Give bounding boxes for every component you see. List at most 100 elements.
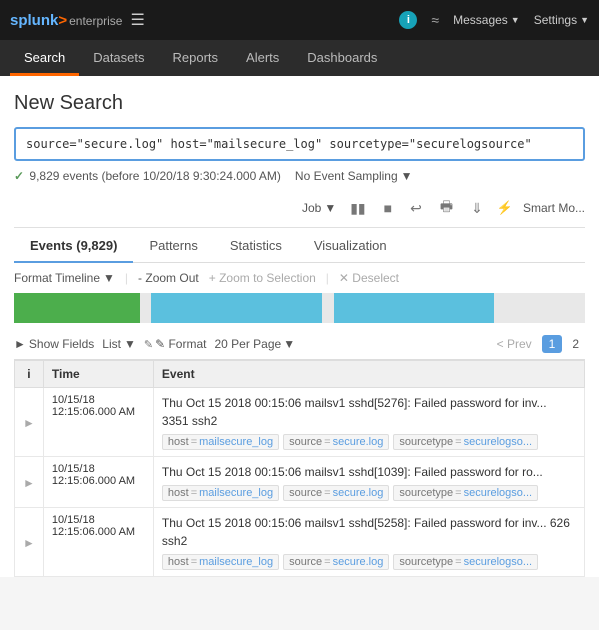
event-tags: host = mailsecure_logsource = secure.log… bbox=[162, 554, 576, 570]
job-button[interactable]: Job ▼ bbox=[302, 201, 336, 215]
timeline-segment-gap2 bbox=[322, 293, 333, 323]
settings-button[interactable]: Settings ▼ bbox=[534, 13, 589, 27]
tab-search[interactable]: Search bbox=[10, 42, 79, 76]
tab-statistics[interactable]: Statistics bbox=[214, 230, 298, 263]
row-expander[interactable]: ► bbox=[15, 457, 44, 508]
list-format-button[interactable]: List ▼ bbox=[102, 337, 136, 351]
col-header-event: Event bbox=[153, 361, 584, 388]
prev-page-button: < Prev bbox=[491, 335, 538, 353]
tag-value[interactable]: securelogso... bbox=[464, 556, 532, 568]
export-button[interactable]: ⇓ bbox=[467, 198, 487, 219]
sampling-caret-icon: ▼ bbox=[401, 169, 413, 183]
event-info-bar: ✓ 9,829 events (before 10/20/18 9:30:24.… bbox=[14, 169, 585, 183]
separator-2: | bbox=[326, 271, 329, 285]
stop-button[interactable]: ■ bbox=[380, 198, 396, 218]
pagination: < Prev 1 2 bbox=[491, 335, 585, 353]
messages-button[interactable]: Messages ▼ bbox=[453, 13, 520, 27]
top-navigation-bar: splunk>enterprise ☰ i ≈ Messages ▼ Setti… bbox=[0, 0, 599, 40]
event-text: Thu Oct 15 2018 00:15:06 mailsv1 sshd[52… bbox=[162, 514, 576, 550]
event-tag: sourcetype = securelogso... bbox=[393, 434, 538, 450]
format-timeline-caret: ▼ bbox=[103, 271, 115, 285]
time-cell: 10/15/1812:15:06.000 AM bbox=[43, 388, 153, 457]
event-count: ✓ 9,829 events (before 10/20/18 9:30:24.… bbox=[14, 169, 281, 183]
pause-button[interactable]: ▮▮ bbox=[346, 198, 369, 219]
page-title: New Search bbox=[14, 92, 585, 115]
zoom-selection-button: + Zoom to Selection bbox=[209, 271, 316, 285]
per-page-caret-icon: ▼ bbox=[283, 337, 295, 351]
top-bar-center: i ≈ Messages ▼ Settings ▼ bbox=[399, 11, 589, 29]
event-text: Thu Oct 15 2018 00:15:06 mailsv1 sshd[10… bbox=[162, 463, 576, 481]
tag-key: source bbox=[289, 487, 322, 499]
timeline-controls: Format Timeline ▼ | - Zoom Out + Zoom to… bbox=[14, 263, 585, 293]
navigation-icon[interactable]: ☰ bbox=[130, 10, 144, 30]
page-1-button[interactable]: 1 bbox=[542, 335, 563, 353]
tag-value[interactable]: mailsecure_log bbox=[199, 487, 273, 499]
page-2-button[interactable]: 2 bbox=[566, 335, 585, 353]
chevron-right-icon: ► bbox=[14, 337, 26, 351]
tab-alerts[interactable]: Alerts bbox=[232, 42, 293, 76]
format-timeline-button[interactable]: Format Timeline ▼ bbox=[14, 271, 115, 285]
table-row: ►10/15/1812:15:06.000 AMThu Oct 15 2018 … bbox=[15, 508, 585, 577]
logo: splunk>enterprise ☰ bbox=[10, 10, 145, 30]
col-header-i: i bbox=[15, 361, 44, 388]
tag-value[interactable]: mailsecure_log bbox=[199, 436, 273, 448]
tag-key: host bbox=[168, 436, 189, 448]
no-event-sampling-button[interactable]: No Event Sampling ▼ bbox=[295, 169, 413, 183]
timeline-segment-1 bbox=[14, 293, 140, 323]
tab-visualization[interactable]: Visualization bbox=[298, 230, 403, 263]
tab-dashboards[interactable]: Dashboards bbox=[293, 42, 391, 76]
timeline-segment-2 bbox=[151, 293, 322, 323]
tab-datasets[interactable]: Datasets bbox=[79, 42, 158, 76]
search-input[interactable] bbox=[14, 127, 585, 161]
messages-caret-icon: ▼ bbox=[511, 15, 520, 25]
zoom-out-button[interactable]: - Zoom Out bbox=[138, 271, 199, 285]
list-caret-icon: ▼ bbox=[124, 337, 136, 351]
tag-key: sourcetype bbox=[399, 556, 453, 568]
tag-value[interactable]: secure.log bbox=[333, 556, 384, 568]
share-button[interactable]: ↩ bbox=[406, 198, 426, 219]
checkmark-icon: ✓ bbox=[14, 169, 24, 183]
print-button[interactable]: 🖶 bbox=[436, 194, 457, 222]
tag-key: sourcetype bbox=[399, 436, 453, 448]
per-page-button[interactable]: 20 Per Page ▼ bbox=[214, 337, 295, 351]
event-cell: Thu Oct 15 2018 00:15:06 mailsv1 sshd[52… bbox=[153, 388, 584, 457]
tag-key: source bbox=[289, 436, 322, 448]
tab-events[interactable]: Events (9,829) bbox=[14, 230, 133, 263]
event-text: Thu Oct 15 2018 00:15:06 mailsv1 sshd[52… bbox=[162, 394, 576, 430]
main-content: New Search ✓ 9,829 events (before 10/20/… bbox=[0, 76, 599, 577]
event-cell: Thu Oct 15 2018 00:15:06 mailsv1 sshd[10… bbox=[153, 457, 584, 508]
tag-key: source bbox=[289, 556, 322, 568]
timeline-bar bbox=[14, 293, 585, 323]
timeline-segment-gap3 bbox=[494, 293, 585, 323]
time-cell: 10/15/1812:15:06.000 AM bbox=[43, 508, 153, 577]
deselect-button: ✕ Deselect bbox=[339, 271, 399, 285]
tag-value[interactable]: mailsecure_log bbox=[199, 556, 273, 568]
event-tags: host = mailsecure_logsource = secure.log… bbox=[162, 434, 576, 450]
event-tag: source = secure.log bbox=[283, 554, 389, 570]
tag-value[interactable]: secure.log bbox=[333, 436, 384, 448]
timeline-segment-3 bbox=[334, 293, 494, 323]
main-tab-bar: Search Datasets Reports Alerts Dashboard… bbox=[0, 40, 599, 76]
row-expander[interactable]: ► bbox=[15, 508, 44, 577]
results-toolbar: ► Show Fields List ▼ ✎ ✎ Format 20 Per P… bbox=[14, 329, 585, 360]
tag-key: sourcetype bbox=[399, 487, 453, 499]
event-tag: host = mailsecure_log bbox=[162, 485, 279, 501]
info-badge[interactable]: i bbox=[399, 11, 417, 29]
tag-key: host bbox=[168, 487, 189, 499]
time-cell: 10/15/1812:15:06.000 AM bbox=[43, 457, 153, 508]
tab-patterns[interactable]: Patterns bbox=[133, 230, 213, 263]
tag-value[interactable]: securelogso... bbox=[464, 487, 532, 499]
tab-reports[interactable]: Reports bbox=[159, 42, 233, 76]
event-cell: Thu Oct 15 2018 00:15:06 mailsv1 sshd[52… bbox=[153, 508, 584, 577]
event-tag: source = secure.log bbox=[283, 485, 389, 501]
show-fields-button[interactable]: ► Show Fields bbox=[14, 337, 94, 351]
smart-mode-button[interactable]: Smart Mo... bbox=[523, 201, 585, 215]
row-expander[interactable]: ► bbox=[15, 388, 44, 457]
event-tag: sourcetype = securelogso... bbox=[393, 554, 538, 570]
tag-value[interactable]: secure.log bbox=[333, 487, 384, 499]
tag-value[interactable]: securelogso... bbox=[464, 436, 532, 448]
format-button[interactable]: ✎ ✎ Format bbox=[144, 337, 207, 351]
job-caret-icon: ▼ bbox=[324, 201, 336, 215]
event-tag: host = mailsecure_log bbox=[162, 554, 279, 570]
activity-icon[interactable]: ≈ bbox=[431, 12, 439, 28]
